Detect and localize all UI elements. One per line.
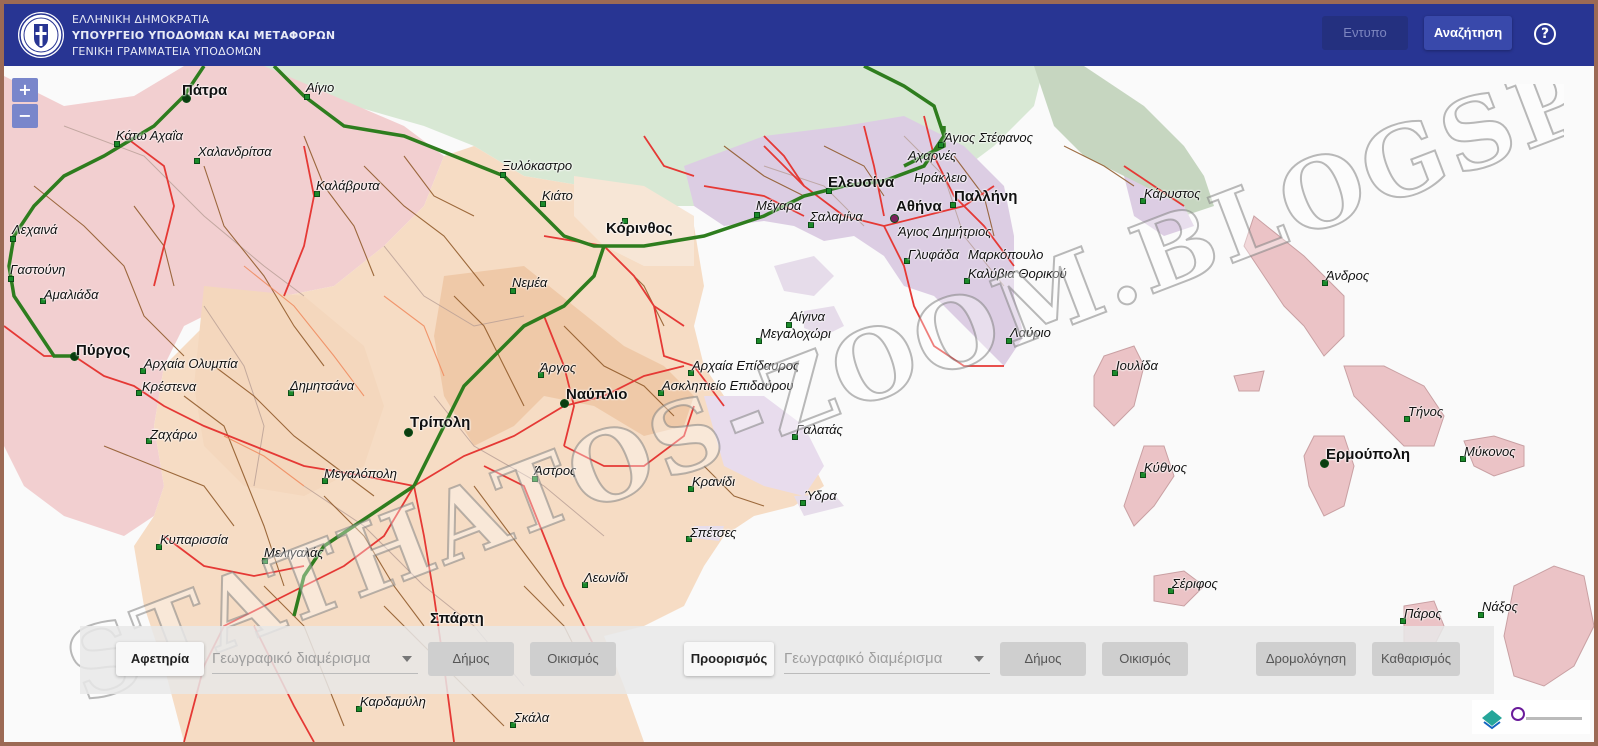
place-paros[interactable]: Πάρος — [1404, 606, 1442, 621]
origin-settlement-button[interactable]: Οικισμός — [530, 642, 616, 676]
place-acharnes[interactable]: Αχαρνές — [908, 148, 956, 163]
place-nafplio[interactable]: Ναύπλιο — [566, 386, 627, 403]
destination-settlement-button[interactable]: Οικισμός — [1102, 642, 1188, 676]
place-archaia-epidavros[interactable]: Αρχαία Επίδαυρος — [692, 358, 799, 373]
destination-label[interactable]: Προορισμός — [684, 642, 774, 676]
place-krestena[interactable]: Κρέστενα — [142, 379, 196, 394]
place-athina[interactable]: Αθήνα — [896, 198, 942, 215]
place-astros[interactable]: Άστρος — [534, 463, 576, 478]
place-elefsina[interactable]: Ελευσίνα — [828, 174, 894, 191]
place-galatas[interactable]: Γαλατάς — [796, 422, 843, 437]
place-lavrio[interactable]: Λαύριο — [1010, 325, 1051, 340]
place-leonidi[interactable]: Λεωνίδι — [584, 570, 628, 585]
place-asklipieio[interactable]: Ασκληπιείο Επιδαύρου — [662, 378, 794, 393]
place-meligalas[interactable]: Μελιγαλάς — [264, 545, 324, 560]
place-agios-stefanos[interactable]: Άγιος Στέφανος — [944, 130, 1033, 145]
route-button[interactable]: Δρομολόγηση — [1256, 642, 1356, 676]
help-icon[interactable]: ? — [1534, 23, 1556, 45]
origin-municipality-button[interactable]: Δήμος — [428, 642, 514, 676]
place-nemea[interactable]: Νεμέα — [512, 275, 547, 290]
place-archaia-olympia[interactable]: Αρχαία Ολυμπία — [144, 356, 238, 371]
place-aigina[interactable]: Αίγινα — [790, 309, 825, 324]
place-megalopoli[interactable]: Μεγαλόπολη — [324, 466, 397, 481]
place-chalandritsa[interactable]: Χαλανδρίτσα — [198, 144, 272, 159]
place-mykonos[interactable]: Μύκονος — [1464, 444, 1516, 459]
place-kardamyli[interactable]: Καρδαμύλη — [360, 694, 426, 709]
partner-logo-icon — [1511, 707, 1525, 721]
place-naxos[interactable]: Νάξος — [1482, 599, 1518, 614]
clear-button[interactable]: Καθαρισμός — [1372, 642, 1460, 676]
place-salamina[interactable]: Σαλαμίνα — [810, 209, 863, 224]
origin-region-placeholder: Γεωγραφικό διαμέρισμα — [212, 650, 371, 667]
place-kythnos[interactable]: Κύθνος — [1144, 460, 1187, 475]
place-agios-dimitrios[interactable]: Άγιος Δημήτριος — [898, 224, 992, 239]
place-aigio[interactable]: Αίγιο — [306, 80, 334, 95]
search-button[interactable]: Αναζήτηση — [1424, 16, 1512, 50]
place-ioulida[interactable]: Ιουλίδα — [1116, 358, 1158, 373]
ministry-title: ΕΛΛΗΝΙΚΗ ΔΗΜΟΚΡΑΤΙΑ ΥΠΟΥΡΓΕΙΟ ΥΠΟΔΟΜΩΝ Κ… — [72, 12, 335, 60]
destination-region-placeholder: Γεωγραφικό διαμέρισμα — [784, 650, 943, 667]
place-lechaina[interactable]: Λεχαινά — [12, 222, 57, 237]
ministry-line-1: ΕΛΛΗΝΙΚΗ ΔΗΜΟΚΡΑΤΙΑ — [72, 13, 210, 26]
chevron-down-icon — [402, 656, 412, 662]
place-megara[interactable]: Μέγαρα — [756, 198, 801, 213]
ministry-line-3: ΓΕΝΙΚΗ ΓΡΑΜΜΑΤΕΙΑ ΥΠΟΔΟΜΩΝ — [72, 45, 262, 58]
place-dimitsana[interactable]: Δημητσάνα — [290, 378, 354, 393]
place-pallini[interactable]: Παλλήνη — [954, 188, 1017, 205]
place-glyfada[interactable]: Γλυφάδα — [908, 247, 959, 262]
place-kiato[interactable]: Κιάτο — [542, 188, 573, 203]
place-kalyvia[interactable]: Καλύβια Θορικού — [968, 266, 1067, 281]
destination-municipality-button[interactable]: Δήμος — [1000, 642, 1086, 676]
place-andros[interactable]: Άνδρος — [1326, 268, 1369, 283]
print-button[interactable]: Εντυπο — [1322, 16, 1408, 50]
coat-of-arms-logo — [18, 12, 64, 58]
place-sparti[interactable]: Σπάρτη — [430, 610, 484, 627]
place-argos[interactable]: Άργος — [540, 360, 576, 375]
place-spetses[interactable]: Σπέτσες — [690, 525, 736, 540]
place-xylokastro[interactable]: Ξυλόκαστρο — [502, 158, 572, 173]
route-panel: Αφετηρία Γεωγραφικό διαμέρισμα Δήμος Οικ… — [80, 626, 1494, 694]
place-ydra[interactable]: Ύδρα — [804, 488, 837, 503]
place-markopoulo[interactable]: Μαρκόπουλο — [968, 247, 1043, 262]
place-ermoupoli[interactable]: Ερμούπολη — [1326, 446, 1410, 463]
header-bar: ΕΛΛΗΝΙΚΗ ΔΗΜΟΚΡΑΤΙΑ ΥΠΟΥΡΓΕΙΟ ΥΠΟΔΟΜΩΝ Κ… — [4, 4, 1594, 66]
place-amaliada[interactable]: Αμαλιάδα — [44, 287, 99, 302]
place-kato-achaia[interactable]: Κάτω Αχαΐα — [116, 128, 183, 143]
place-kranidi[interactable]: Κρανίδι — [692, 474, 735, 489]
place-zacharo[interactable]: Ζαχάρω — [150, 427, 197, 442]
partner-logos — [1472, 700, 1590, 734]
zoom-out-button[interactable]: − — [12, 104, 38, 128]
place-irakleio[interactable]: Ηράκλειο — [914, 170, 967, 185]
ministry-line-2: ΥΠΟΥΡΓΕΙΟ ΥΠΟΔΟΜΩΝ ΚΑΙ ΜΕΤΑΦΟΡΩΝ — [72, 29, 336, 42]
place-tripoli[interactable]: Τρίπολη — [410, 414, 470, 431]
zoom-control: + − — [12, 78, 38, 130]
place-gastouni[interactable]: Γαστούνη — [10, 262, 65, 277]
zoom-in-button[interactable]: + — [12, 78, 38, 102]
origin-label[interactable]: Αφετηρία — [116, 642, 204, 676]
place-serifos[interactable]: Σέριφος — [1172, 576, 1218, 591]
place-korinthos[interactable]: Κόρινθος — [606, 220, 673, 237]
app-frame: ΕΛΛΗΝΙΚΗ ΔΗΜΟΚΡΑΤΙΑ ΥΠΟΥΡΓΕΙΟ ΥΠΟΔΟΜΩΝ Κ… — [4, 4, 1594, 742]
place-kalavryta[interactable]: Καλάβρυτα — [316, 178, 380, 193]
place-kyparissia[interactable]: Κυπαρισσία — [160, 532, 228, 547]
place-megalochori[interactable]: Μεγαλοχώρι — [760, 326, 831, 341]
destination-region-select[interactable]: Γεωγραφικό διαμέρισμα — [784, 644, 990, 674]
place-tinos[interactable]: Τήνος — [1408, 404, 1443, 419]
town-marker — [890, 214, 899, 223]
place-skala[interactable]: Σκάλα — [514, 710, 549, 725]
place-pyrgos[interactable]: Πύργος — [76, 342, 130, 359]
place-karystos[interactable]: Κάρυστος — [1144, 186, 1201, 201]
place-patra[interactable]: Πάτρα — [182, 82, 227, 99]
chevron-down-icon — [974, 656, 984, 662]
origin-region-select[interactable]: Γεωγραφικό διαμέρισμα — [212, 644, 418, 674]
